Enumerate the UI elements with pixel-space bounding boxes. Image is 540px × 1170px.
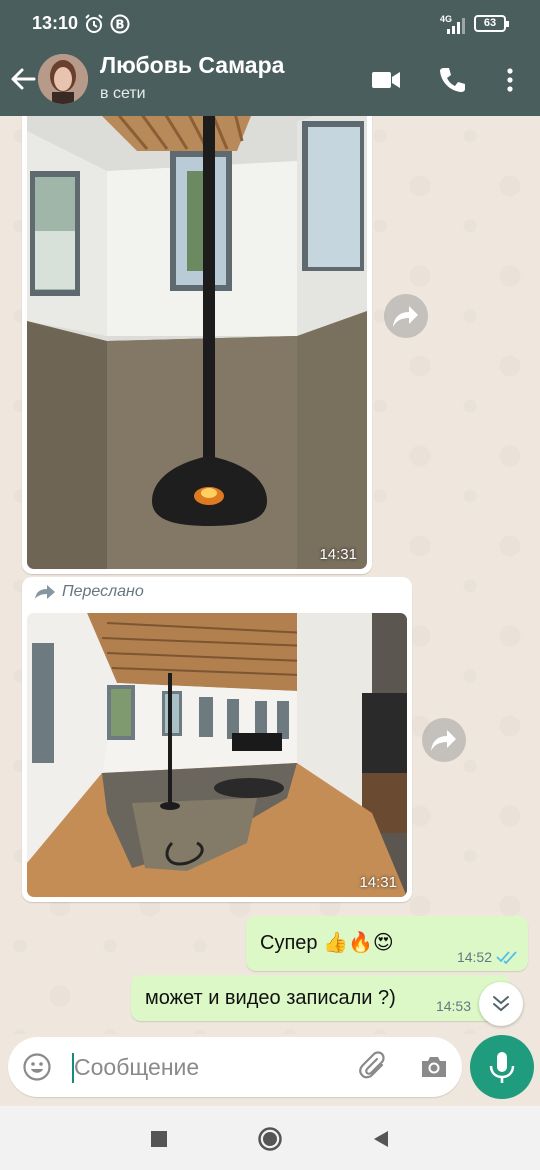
forward-button[interactable] (422, 718, 466, 762)
photo-hall[interactable]: 14:31 (27, 613, 407, 897)
chat-header: Любовь Самара в сети (0, 48, 540, 116)
camera-icon[interactable] (418, 1051, 450, 1083)
mic-icon (489, 1052, 515, 1083)
chevron-down-icon (493, 996, 509, 1012)
status-bar: 13:10 B 4G 63 (0, 0, 540, 48)
forward-icon (35, 585, 55, 599)
chat-area[interactable]: 14:31 Переслано 14:31 Супер 👍🔥😍 14:52 мо… (0, 116, 540, 1034)
square-nav-icon[interactable] (146, 1126, 172, 1152)
emoji-icon[interactable] (22, 1052, 52, 1082)
image-message[interactable]: 14:31 (22, 116, 372, 574)
forward-icon (431, 730, 456, 751)
double-check-icon (496, 951, 517, 964)
contact-name[interactable]: Любовь Самара (100, 52, 284, 79)
attach-icon[interactable] (358, 1051, 390, 1083)
forwarded-image-message[interactable]: Переслано 14:31 (22, 577, 412, 902)
message-composer: Сообщение (8, 1037, 462, 1097)
status-time: 13:10 (32, 13, 79, 33)
phone-icon[interactable] (436, 64, 468, 96)
back-arrow-icon[interactable] (8, 64, 38, 94)
battery-icon: 63 (474, 15, 509, 32)
signal-icon (447, 18, 465, 34)
message-time: 14:53 (435, 998, 471, 1014)
forwarded-text: Переслано (62, 583, 144, 600)
system-nav-bar (0, 1106, 540, 1170)
more-icon[interactable] (494, 64, 526, 96)
message-text: Супер 👍🔥😍 (260, 932, 394, 954)
outgoing-message[interactable]: Супер 👍🔥😍 14:52 (246, 916, 528, 971)
message-time: 14:52 (456, 949, 492, 965)
b-icon: B (110, 14, 130, 34)
circle-nav-icon[interactable] (257, 1126, 283, 1152)
forward-button[interactable] (384, 294, 428, 338)
avatar[interactable] (38, 54, 88, 104)
forwarded-label: Переслано (34, 583, 144, 601)
forward-icon (393, 306, 418, 327)
outgoing-message[interactable]: может и видео записали ?) 14:53 (131, 975, 511, 1021)
message-input[interactable]: Сообщение (74, 1054, 199, 1081)
video-call-icon[interactable] (370, 64, 402, 96)
photo-fireplace[interactable]: 14:31 (27, 116, 367, 569)
message-time: 14:31 (359, 874, 397, 891)
alarm-icon (85, 14, 103, 33)
presence-status: в сети (100, 85, 146, 102)
scroll-to-bottom-button[interactable] (479, 982, 523, 1026)
svg-text:B: B (115, 18, 124, 32)
voice-record-button[interactable] (470, 1035, 534, 1099)
message-meta: 14:53 (436, 998, 471, 1014)
message-text: может и видео записали ?) (145, 987, 396, 1009)
message-time: 14:31 (319, 546, 357, 563)
triangle-nav-icon[interactable] (368, 1126, 394, 1152)
message-meta: 14:52 (457, 949, 518, 965)
